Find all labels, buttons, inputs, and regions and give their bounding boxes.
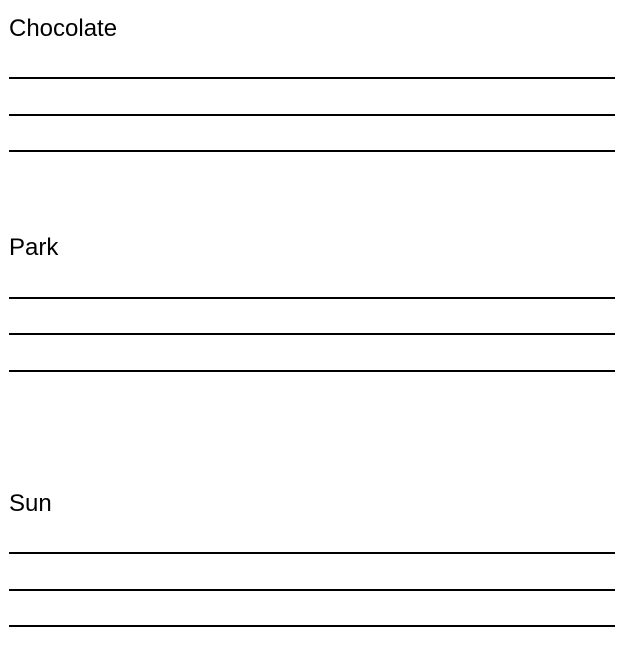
writing-line	[9, 370, 615, 372]
writing-line	[9, 297, 615, 299]
writing-line	[9, 77, 615, 79]
prompt-word: Chocolate	[9, 15, 118, 42]
worksheet-page: { "sections": [ { "word": "Chocolate", "…	[0, 0, 634, 662]
writing-line	[9, 625, 615, 627]
writing-line	[9, 552, 615, 554]
writing-line	[9, 589, 615, 591]
writing-line	[9, 150, 615, 152]
writing-line	[9, 333, 615, 335]
prompt-word: Sun	[9, 490, 52, 517]
writing-line	[9, 114, 615, 116]
prompt-word: Park	[9, 234, 59, 261]
